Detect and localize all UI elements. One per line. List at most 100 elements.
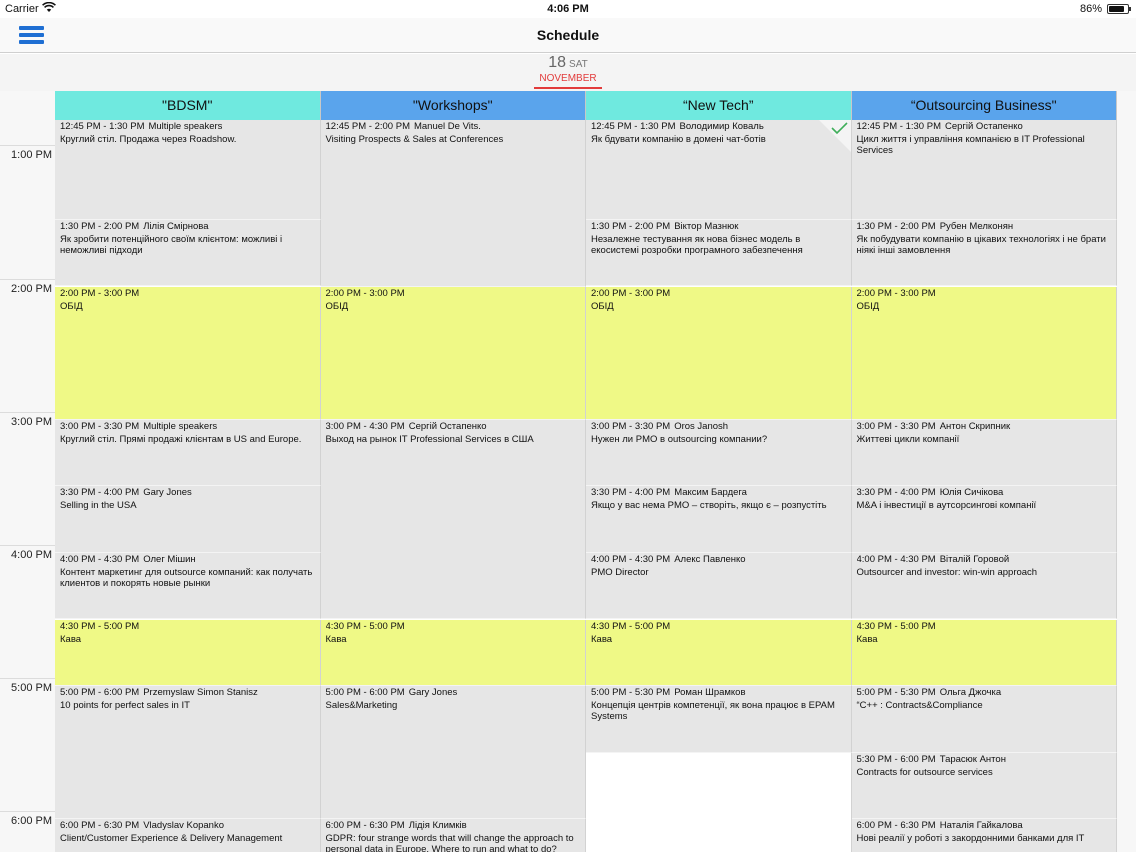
session-speaker: Віктор Мазнюк <box>674 220 739 232</box>
break-slot[interactable]: 2:00 PM - 3:00 PM ОБІД <box>586 286 852 420</box>
session-time-speaker: 3:00 PM - 4:30 PM Сергій Остапенко <box>326 421 582 432</box>
session-title: Selling in the USA <box>60 500 137 512</box>
session-speaker: Лілія Смірнова <box>143 220 209 232</box>
session-speaker: Gary Jones <box>143 487 192 499</box>
session-time: 2:00 PM - 3:00 PM <box>591 287 671 299</box>
break-slot[interactable]: 4:30 PM - 5:00 PM Кава <box>320 619 586 687</box>
session-time: 1:30 PM - 2:00 PM <box>60 220 140 232</box>
status-time: 4:06 PM <box>547 3 589 15</box>
date-month: NOVEMBER <box>539 73 597 84</box>
session-time-speaker: 2:00 PM - 3:00 PM <box>60 288 316 299</box>
session-speaker: Vladyslav Kopanko <box>143 820 225 832</box>
session-card[interactable]: 5:00 PM - 5:30 PM Ольга Джочка “C++ : Cont… <box>851 686 1117 753</box>
session-card[interactable]: 12:45 PM - 1:30 PM Сергій Остапенко Цикл ж… <box>851 120 1117 220</box>
track-header: “Outsourcing Business" <box>851 91 1117 120</box>
session-title: Sales&Marketing <box>325 700 398 712</box>
break-slot[interactable]: 2:00 PM - 3:00 PM ОБІД <box>55 286 321 420</box>
session-time-speaker: 3:30 PM - 4:00 PM Юлія Сичікова <box>857 487 1113 498</box>
session-card[interactable]: 3:30 PM - 4:00 PM Gary Jones Selling in th… <box>55 486 321 553</box>
battery-percent: 86% <box>1079 3 1102 15</box>
session-speaker: Сергій Остапенко <box>944 121 1023 132</box>
session-card[interactable]: 3:00 PM - 3:30 PM Oros Janosh Нужен ли PMO… <box>586 419 852 487</box>
session-time-speaker: 12:45 PM - 1:30 PM Сергій Остапенко <box>857 121 1113 132</box>
session-time: 1:30 PM - 2:00 PM <box>856 220 936 232</box>
session-card[interactable]: 1:30 PM - 2:00 PM Рубен Мелконян Як побуду… <box>851 219 1117 287</box>
date-selector: 18 SAT NOVEMBER <box>0 54 1136 91</box>
session-title: Контент маркетинг для outsource компаний… <box>60 566 313 589</box>
session-time-speaker: 4:00 PM - 4:30 PM Алекс Павленко <box>591 554 847 565</box>
session-time-speaker: 2:00 PM - 3:00 PM <box>326 288 582 299</box>
session-time-speaker: 2:00 PM - 3:00 PM <box>857 288 1113 299</box>
session-time: 6:00 PM - 6:30 PM <box>325 820 405 832</box>
session-time: 4:30 PM - 5:00 PM <box>325 620 405 632</box>
time-label: 2:00 PM <box>11 282 52 295</box>
session-card[interactable]: 12:45 PM - 2:00 PM Manuel De Vits. Visitin… <box>320 120 586 287</box>
session-title: Outsourcer and investor: win-win approac… <box>856 566 1038 578</box>
session-card[interactable]: 4:00 PM - 4:30 PM Алекс Павленко PMO Direc… <box>586 552 852 620</box>
session-card[interactable]: 12:45 PM - 1:30 PM Володимир Коваль Як бду… <box>586 120 852 220</box>
session-card[interactable]: 6:00 PM - 6:30 PM Наталія Гайкалова Нові р… <box>851 819 1117 852</box>
date-selected-indicator <box>534 87 602 89</box>
break-slot[interactable]: 4:30 PM - 5:00 PM Кава <box>586 619 852 687</box>
session-time: 4:30 PM - 5:00 PM <box>591 620 671 632</box>
session-time-speaker: 3:00 PM - 3:30 PM Антон Скрипник <box>857 421 1113 432</box>
session-card[interactable]: 3:30 PM - 4:00 PM Юлія Сичікова M&A і інве… <box>851 486 1117 553</box>
session-card[interactable]: 3:30 PM - 4:00 PM Максим Бардега Якщо у ва… <box>586 486 852 553</box>
session-title: Contracts for outsource services <box>856 766 993 778</box>
session-time-speaker: 3:30 PM - 4:00 PM Gary Jones <box>60 487 316 498</box>
session-speaker: Ольга Джочка <box>939 687 1002 699</box>
session-title: Якщо у вас нема PMO – створіть, якщо є –… <box>591 500 827 512</box>
session-card[interactable]: 5:00 PM - 5:30 PM Роман Шрамков Концепція … <box>586 686 852 753</box>
session-card[interactable]: 4:00 PM - 4:30 PM Олег Мішин Контент марке… <box>55 552 321 620</box>
session-title: Выход на рынок IT Professional Services … <box>325 433 534 445</box>
session-speaker: Oros Janosh <box>674 420 729 432</box>
session-card[interactable]: 3:00 PM - 4:30 PM Сергій Остапенко Выход н… <box>320 419 586 620</box>
date-weekday: SAT <box>569 59 588 70</box>
track-header: "Workshops" <box>320 91 586 120</box>
date-day-number: 18 <box>548 54 567 71</box>
session-speaker: Віталій Горовой <box>939 553 1010 565</box>
schedule-grid[interactable]: 12:45 PM - 1:30 PM Multiple speakers Кругл… <box>55 120 1117 852</box>
break-slot[interactable]: 2:00 PM - 3:00 PM ОБІД <box>320 286 586 420</box>
session-time-speaker: 4:00 PM - 4:30 PM Олег Мішин <box>60 554 316 565</box>
time-gridline <box>0 678 55 680</box>
session-title: ОБІД <box>325 300 349 312</box>
session-card[interactable]: 6:00 PM - 6:30 PM Vladyslav Kopanko Client… <box>55 819 321 852</box>
time-gutter: 1:00 PM 2:00 PM 3:00 PM 4:00 PM 5:00 PM 6:00 … <box>0 91 55 852</box>
session-card[interactable]: 5:30 PM - 6:00 PM Тарасюк Антон Contracts … <box>851 752 1117 820</box>
date-tab[interactable]: 18 SAT <box>534 54 602 72</box>
favorite-check-icon[interactable] <box>818 120 851 152</box>
session-time: 5:00 PM - 6:00 PM <box>325 687 405 699</box>
session-card[interactable]: 1:30 PM - 2:00 PM Віктор Мазнюк Незалежне … <box>586 219 852 287</box>
session-time: 3:00 PM - 3:30 PM <box>856 420 936 432</box>
session-title: “C++ : Contracts&Compliance <box>856 700 983 712</box>
session-title: Нові реалії у роботі з закордонними банк… <box>856 833 1085 845</box>
session-card[interactable]: 5:00 PM - 6:00 PM Przemyslaw Simon Stanis… <box>55 686 321 820</box>
session-card[interactable]: 5:00 PM - 6:00 PM Gary Jones Sales&Marketi… <box>320 686 586 820</box>
session-card[interactable]: 12:45 PM - 1:30 PM Multiple speakers Кругл… <box>55 120 321 220</box>
session-card[interactable]: 3:00 PM - 3:30 PM Multiple speakers Кругли… <box>55 419 321 487</box>
session-card[interactable]: 1:30 PM - 2:00 PM Лілія Смірнова Як зробит… <box>55 219 321 287</box>
session-time-speaker: 6:00 PM - 6:30 PM Лідія Климків <box>326 820 582 831</box>
session-title: Як побудувати компанію в цікавих техноло… <box>856 233 1106 256</box>
session-card[interactable]: 3:00 PM - 3:30 PM Антон Скрипник Життеві ц… <box>851 419 1117 487</box>
session-time: 4:00 PM - 4:30 PM <box>856 553 936 565</box>
status-bar: Carrier 4:06 PM 86% <box>0 0 1136 18</box>
session-speaker: Manuel De Vits. <box>413 121 481 132</box>
session-time: 4:30 PM - 5:00 PM <box>856 620 936 632</box>
session-speaker: Тарасюк Антон <box>939 753 1006 765</box>
session-speaker: Олег Мішин <box>143 553 196 565</box>
session-time: 6:00 PM - 6:30 PM <box>856 820 936 832</box>
session-card[interactable]: 6:00 PM - 6:30 PM Лідія Климків GDPR: four… <box>320 819 586 852</box>
break-slot[interactable]: 4:30 PM - 5:00 PM Кава <box>55 619 321 687</box>
session-card[interactable]: 4:00 PM - 4:30 PM Віталій Горовой Outsourc… <box>851 552 1117 620</box>
break-slot[interactable]: 4:30 PM - 5:00 PM Кава <box>851 619 1117 687</box>
time-gridline <box>0 145 55 147</box>
time-gridline <box>0 278 55 280</box>
session-title: Нужен ли PMO в outsourcing компании? <box>591 433 768 445</box>
session-time: 4:30 PM - 5:00 PM <box>60 620 140 632</box>
session-title: Кава <box>60 633 82 645</box>
session-time: 2:00 PM - 3:00 PM <box>325 287 405 299</box>
session-time: 4:00 PM - 4:30 PM <box>60 553 140 565</box>
break-slot[interactable]: 2:00 PM - 3:00 PM ОБІД <box>851 286 1117 420</box>
